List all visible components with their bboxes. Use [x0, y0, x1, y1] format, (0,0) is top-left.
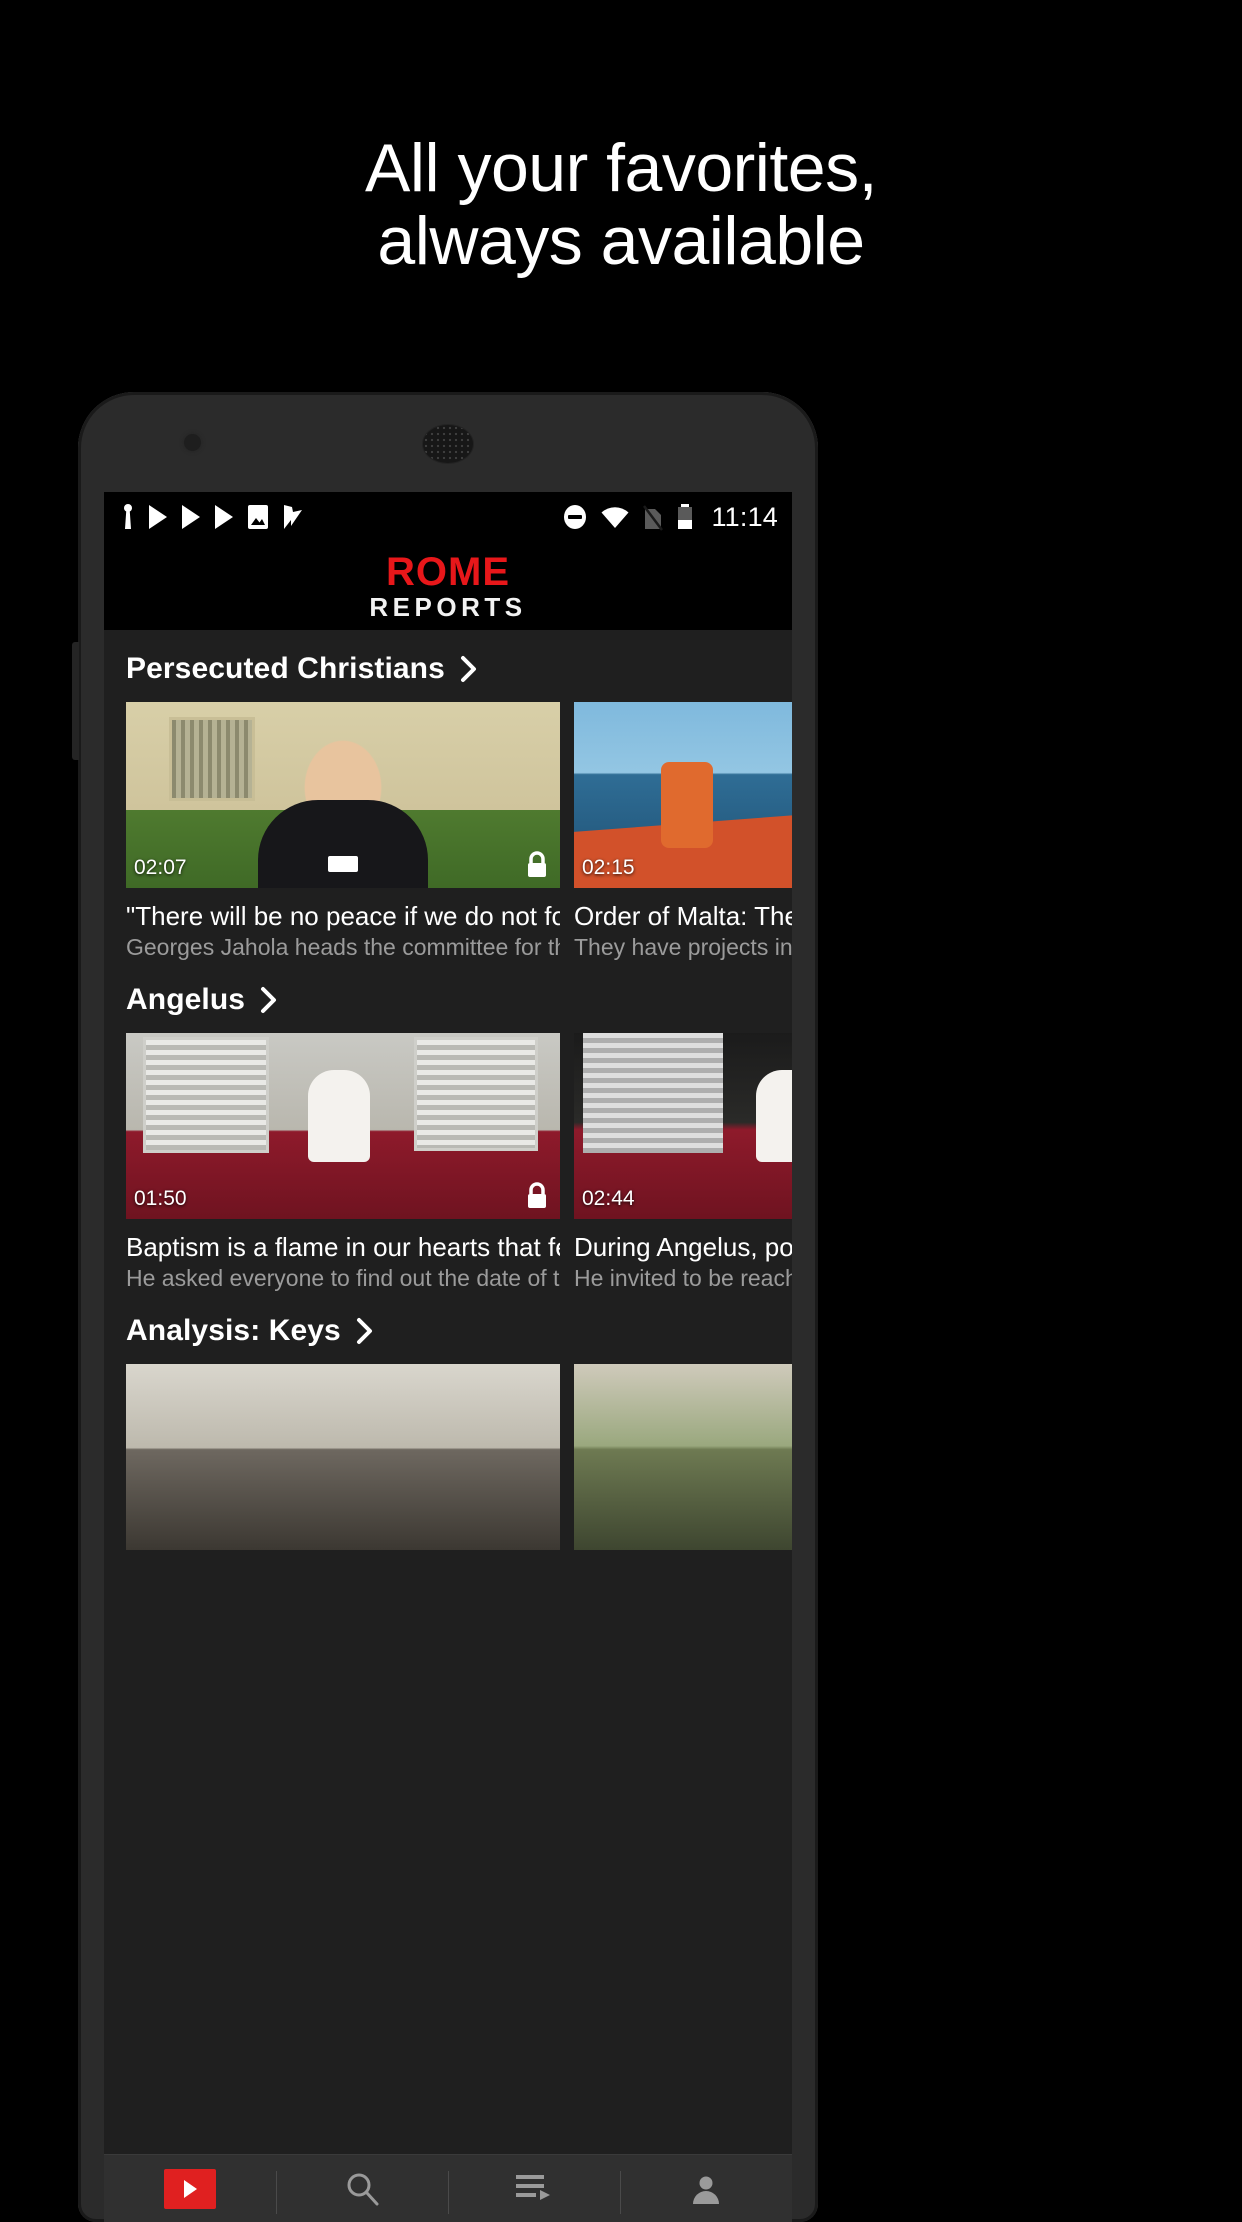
phone-device-frame: 11:14 ROME REPORTS Persecuted Christians: [72, 392, 818, 2222]
video-thumbnail[interactable]: [126, 1364, 560, 1550]
video-subtitle: Georges Jahola heads the committee for t…: [126, 934, 560, 960]
section-header-analysis-keys[interactable]: Analysis: Keys: [104, 1292, 792, 1364]
decorative-pope-figure: [308, 1070, 371, 1163]
section-title: Angelus: [126, 983, 246, 1016]
video-row[interactable]: 01:50 Baptism is a flame in our hearts t…: [104, 1033, 792, 1292]
play-icon: [215, 505, 233, 529]
check-flag-icon: [284, 505, 302, 529]
video-duration: 02:07: [134, 856, 187, 879]
promo-headline-line2: always available: [377, 203, 865, 280]
rome-reports-logo[interactable]: ROME REPORTS: [369, 552, 526, 620]
decorative-collar: [328, 856, 358, 872]
status-bar-right-icons: 11:14: [561, 502, 778, 533]
section-header-angelus[interactable]: Angelus: [104, 961, 792, 1033]
battery-icon: [678, 504, 693, 529]
content-scroll-area[interactable]: Persecuted Christians 02:07 "There will …: [104, 630, 792, 2222]
video-title: Baptism is a flame in our hearts that fe…: [126, 1232, 560, 1262]
do-not-disturb-icon: [564, 505, 587, 529]
section-title: Persecuted Christians: [126, 652, 445, 685]
chevron-right-icon[interactable]: [259, 985, 279, 1015]
video-duration: 02:15: [582, 856, 635, 879]
video-card[interactable]: 02:07 "There will be no peace if we do n…: [126, 702, 560, 961]
nav-item-playlist[interactable]: [448, 2155, 620, 2222]
playlist-icon: [516, 2174, 550, 2200]
thumbnail-image-analysis-b: [574, 1364, 792, 1550]
usb-icon: [124, 504, 132, 529]
section-title: Analysis: Keys: [126, 1314, 341, 1347]
logo-reports-text: REPORTS: [369, 592, 527, 622]
play-icon: [182, 505, 200, 529]
video-thumbnail[interactable]: 02:07: [126, 702, 560, 888]
thumbnail-image-analysis-a: [126, 1364, 560, 1550]
lock-icon: [528, 1182, 546, 1208]
play-icon: [149, 505, 167, 529]
search-icon: [347, 2173, 379, 2205]
video-duration: 01:50: [134, 1187, 187, 1210]
nav-item-account[interactable]: [620, 2155, 792, 2222]
volume-key[interactable]: [72, 642, 79, 760]
video-subtitle: They have projects in Ir: [574, 934, 792, 960]
video-duration: 02:44: [582, 1187, 635, 1210]
chevron-right-icon[interactable]: [459, 654, 479, 684]
video-thumbnail[interactable]: 01:50: [126, 1033, 560, 1219]
decorative-pope-figure: [756, 1070, 792, 1163]
status-bar: 11:14: [104, 492, 792, 542]
front-camera-icon: [184, 434, 201, 451]
home-play-icon: [164, 2168, 216, 2209]
status-bar-clock: 11:14: [711, 501, 778, 532]
video-row[interactable]: 02:07 "There will be no peace if we do n…: [104, 702, 792, 961]
video-card[interactable]: [126, 1364, 560, 1550]
video-title: During Angelus, pop: [574, 1232, 792, 1262]
promo-headline-line1: All your favorites,: [364, 130, 878, 206]
video-thumbnail[interactable]: [574, 1364, 792, 1550]
video-card[interactable]: 02:44 During Angelus, pop He invited to …: [574, 1033, 792, 1292]
no-sim-icon: [643, 505, 664, 531]
video-subtitle: He asked everyone to find out the date o…: [126, 1265, 560, 1291]
video-card[interactable]: [574, 1364, 792, 1550]
video-card[interactable]: 01:50 Baptism is a flame in our hearts t…: [126, 1033, 560, 1292]
video-thumbnail[interactable]: 02:15: [574, 702, 792, 888]
status-bar-left-icons: [120, 503, 561, 531]
nav-item-home[interactable]: [104, 2155, 276, 2222]
promo-headline: All your favorites, always available: [0, 130, 1242, 280]
section-header-persecuted-christians[interactable]: Persecuted Christians: [104, 630, 792, 702]
chevron-right-icon[interactable]: [355, 1316, 375, 1346]
nav-item-search[interactable]: [276, 2155, 448, 2222]
video-thumbnail[interactable]: 02:44: [574, 1033, 792, 1219]
lock-icon: [528, 851, 546, 877]
wifi-icon: [601, 507, 629, 528]
logo-rome-text: ROME: [386, 550, 510, 594]
video-title: "There will be no peace if we do not for…: [126, 901, 560, 931]
account-icon: [693, 2176, 719, 2204]
phone-screen: 11:14 ROME REPORTS Persecuted Christians: [104, 492, 792, 2222]
video-subtitle: He invited to be reache: [574, 1265, 792, 1291]
video-title: Order of Malta: The: [574, 901, 792, 931]
earpiece-speaker-icon: [422, 424, 474, 464]
video-row[interactable]: [104, 1364, 792, 1550]
video-card[interactable]: 02:15 Order of Malta: The They have proj…: [574, 702, 792, 961]
app-bar: ROME REPORTS: [104, 542, 792, 630]
play-glyph: [184, 2179, 197, 2198]
image-icon: [248, 505, 268, 529]
bottom-navigation-bar: [104, 2154, 792, 2222]
